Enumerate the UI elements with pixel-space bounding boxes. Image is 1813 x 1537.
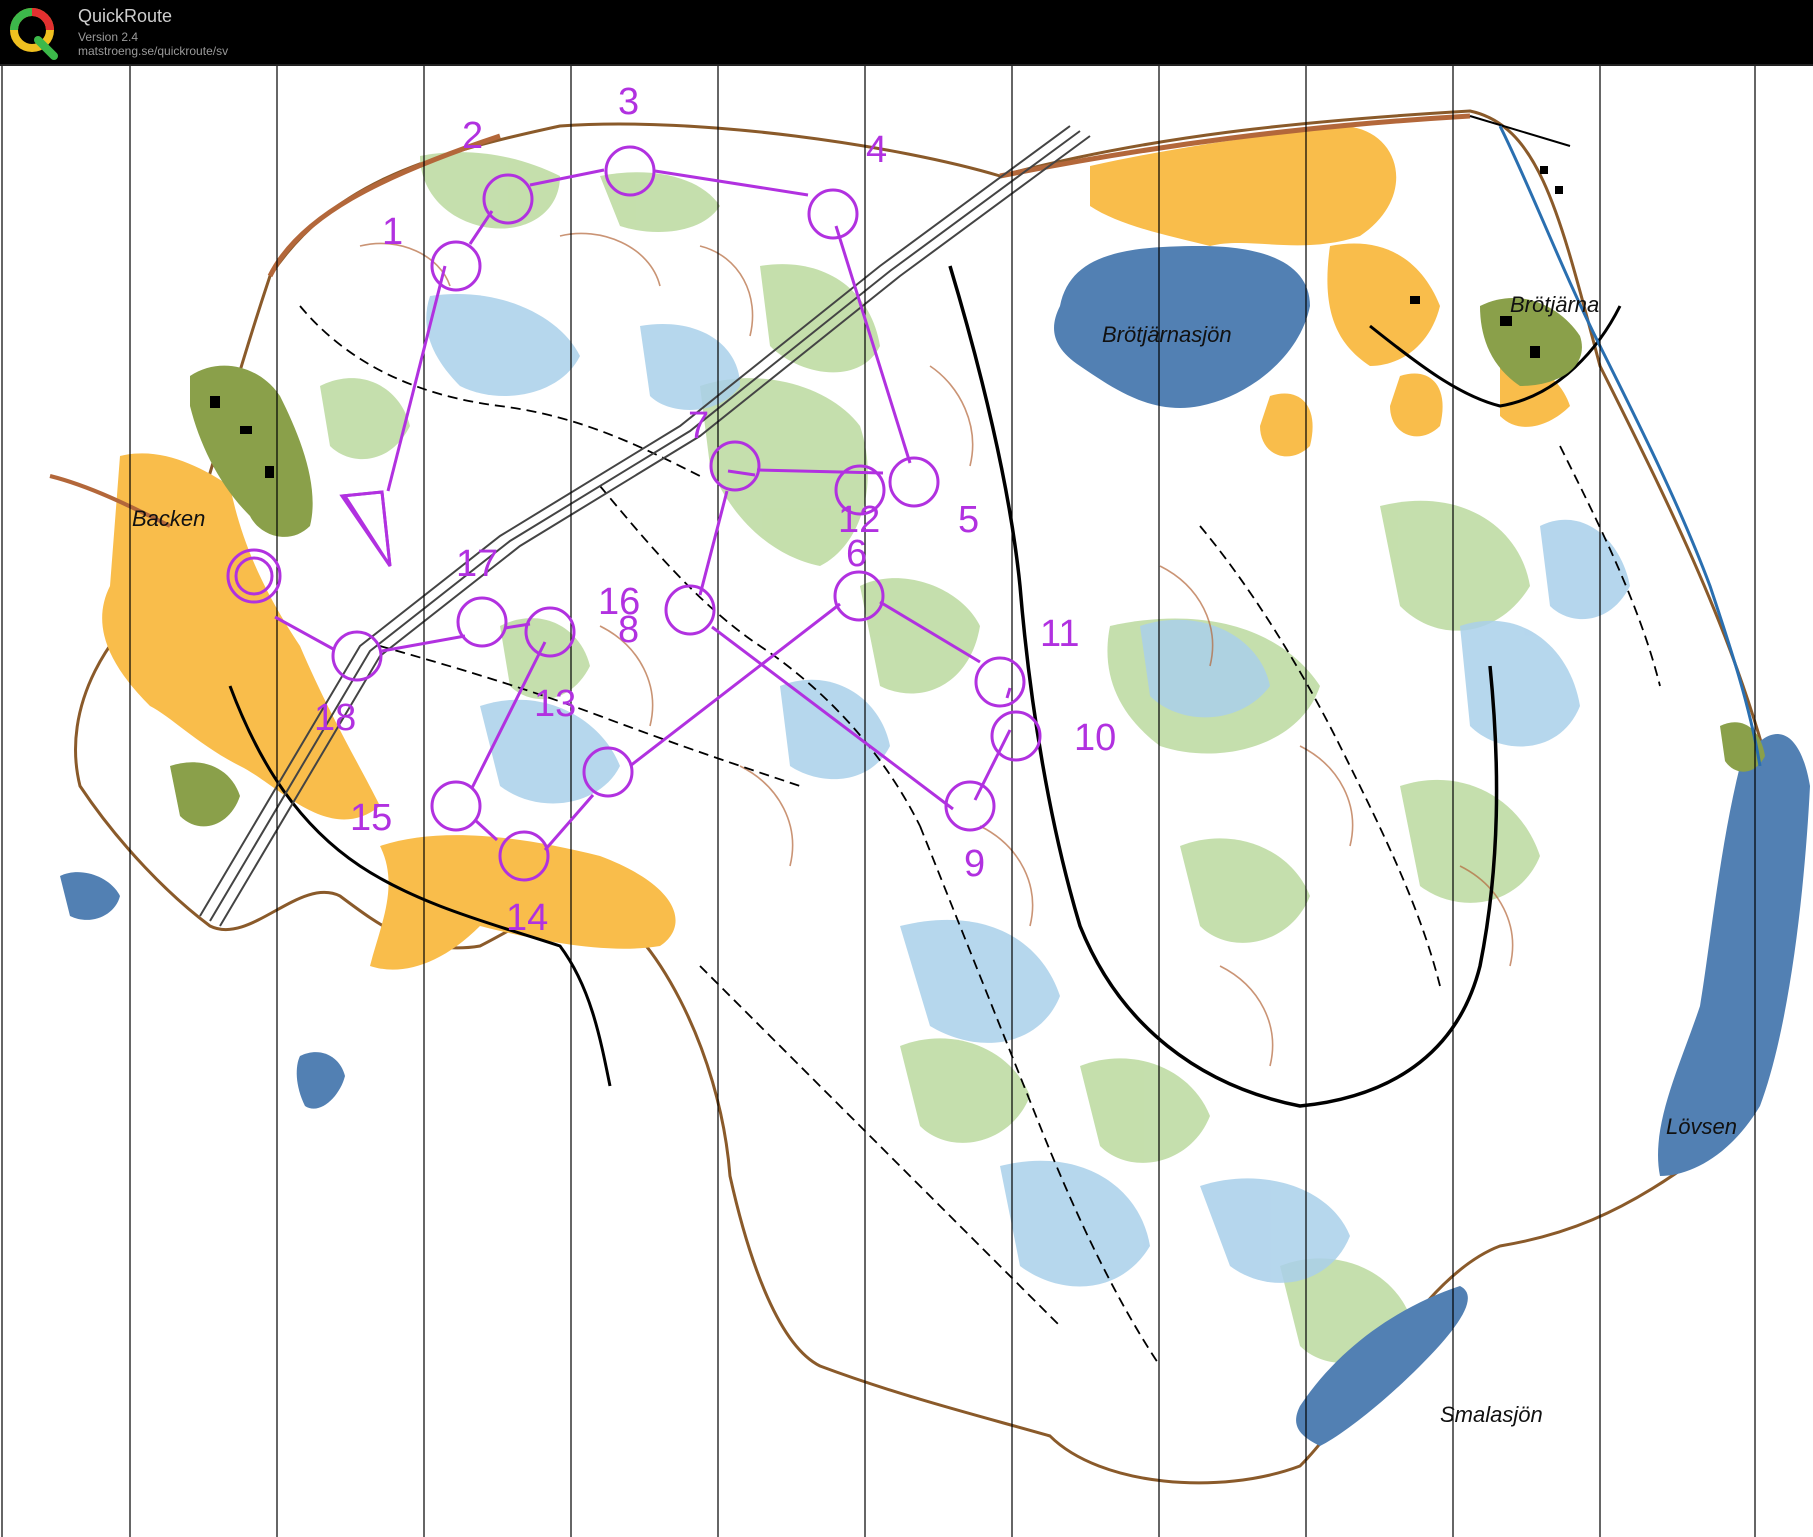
place-name-lovsen: Lövsen bbox=[1666, 1114, 1737, 1139]
control-number-16: 16 bbox=[598, 581, 640, 623]
app-titlebar: QuickRoute Version 2.4 matstroeng.se/qui… bbox=[0, 0, 1813, 66]
control-number-3: 3 bbox=[618, 81, 639, 123]
map-canvas[interactable]: 1 2 3 4 5 6 7 8 9 10 11 12 13 14 15 16 1… bbox=[0, 66, 1813, 1537]
control-number-5: 5 bbox=[958, 499, 979, 541]
app-title: QuickRoute bbox=[78, 6, 173, 26]
control-number-12: 12 bbox=[838, 499, 880, 541]
place-name-backen: Backen bbox=[132, 506, 205, 531]
place-name-brotjarna: Brötjärna bbox=[1510, 292, 1599, 317]
control-number-2: 2 bbox=[462, 115, 483, 157]
control-number-17: 17 bbox=[456, 543, 498, 585]
control-number-10: 10 bbox=[1074, 717, 1116, 759]
control-number-14: 14 bbox=[506, 897, 548, 939]
control-number-4: 4 bbox=[866, 129, 887, 171]
control-number-9: 9 bbox=[964, 843, 985, 885]
quickroute-logo-icon bbox=[10, 8, 58, 60]
control-number-7: 7 bbox=[688, 405, 709, 447]
app-url[interactable]: matstroeng.se/quickroute/sv bbox=[78, 44, 228, 58]
orienteering-map[interactable]: 1 2 3 4 5 6 7 8 9 10 11 12 13 14 15 16 1… bbox=[0, 66, 1813, 1537]
control-number-15: 15 bbox=[350, 797, 392, 839]
app-version: Version 2.4 bbox=[78, 30, 139, 44]
place-name-smalasjon: Smalasjön bbox=[1440, 1402, 1543, 1427]
place-name-brotjarnasjon: Brötjärnasjön bbox=[1102, 322, 1232, 347]
control-number-1: 1 bbox=[382, 211, 403, 253]
control-number-13: 13 bbox=[534, 683, 576, 725]
control-number-11: 11 bbox=[1040, 613, 1079, 655]
control-number-18: 18 bbox=[314, 697, 356, 739]
